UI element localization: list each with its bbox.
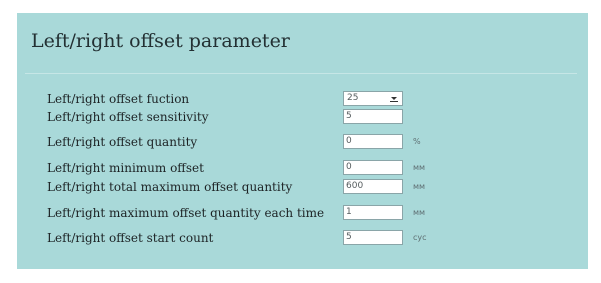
offset-start-count-label: Left/right offset start count xyxy=(47,231,214,245)
row-maximum-offset-each-time: Left/right maximum offset quantity each … xyxy=(47,205,567,223)
offset-function-value: 25 xyxy=(347,93,359,103)
maximum-offset-each-time-label: Left/right maximum offset quantity each … xyxy=(47,206,325,220)
row-offset-function: Left/right offset fuction 25 xyxy=(47,91,567,109)
offset-quantity-label: Left/right offset quantity xyxy=(47,135,198,149)
chevron-down-icon[interactable] xyxy=(389,94,399,103)
row-offset-sensitivity: Left/right offset sensitivity 5 xyxy=(47,109,567,127)
row-offset-quantity: Left/right offset quantity 0 % xyxy=(47,134,567,152)
offset-sensitivity-label: Left/right offset sensitivity xyxy=(47,110,209,124)
row-total-maximum-offset: Left/right total maximum offset quantity… xyxy=(47,179,567,197)
maximum-offset-each-time-input[interactable]: 1 xyxy=(343,205,403,220)
offset-quantity-unit: % xyxy=(413,137,421,146)
offset-function-label: Left/right offset fuction xyxy=(47,92,190,106)
minimum-offset-label: Left/right minimum offset xyxy=(47,161,204,175)
panel-title: Left/right offset parameter xyxy=(31,30,290,52)
total-maximum-offset-label: Left/right total maximum offset quantity xyxy=(47,180,293,194)
total-maximum-offset-input[interactable]: 600 xyxy=(343,179,403,194)
minimum-offset-unit: мм xyxy=(413,163,426,172)
row-minimum-offset: Left/right minimum offset 0 мм xyxy=(47,160,567,178)
minimum-offset-input[interactable]: 0 xyxy=(343,160,403,175)
title-divider xyxy=(25,73,577,74)
offset-sensitivity-input[interactable]: 5 xyxy=(343,109,403,124)
offset-function-select[interactable]: 25 xyxy=(343,91,403,106)
offset-quantity-input[interactable]: 0 xyxy=(343,134,403,149)
maximum-offset-each-time-unit: мм xyxy=(413,208,426,217)
total-maximum-offset-unit: мм xyxy=(413,182,426,191)
offset-parameter-panel: Left/right offset parameter Left/right o… xyxy=(17,13,588,269)
offset-start-count-input[interactable]: 5 xyxy=(343,230,403,245)
offset-start-count-unit: cyc xyxy=(413,233,427,242)
row-offset-start-count: Left/right offset start count 5 cyc xyxy=(47,230,567,248)
